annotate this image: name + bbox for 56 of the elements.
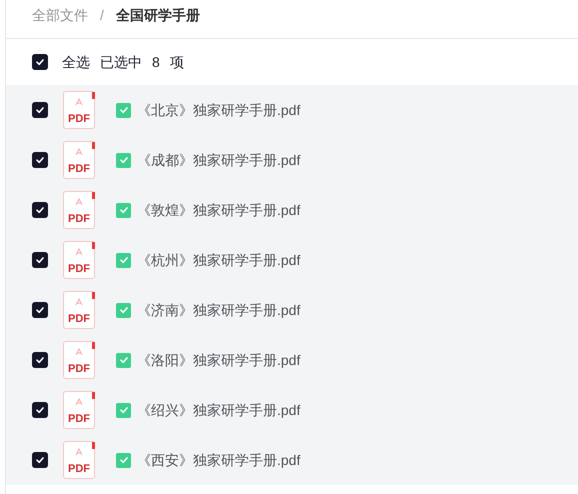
checkmark-icon	[35, 155, 45, 165]
acrobat-icon	[74, 197, 84, 207]
checkbox[interactable]	[32, 202, 48, 218]
acrobat-icon	[74, 447, 84, 457]
checkmark-icon	[35, 455, 45, 465]
file-row[interactable]: PDF 《杭州》独家研学手册.pdf	[6, 235, 578, 285]
acrobat-icon	[74, 97, 84, 107]
checkbox[interactable]	[32, 402, 48, 418]
file-name[interactable]: 《济南》独家研学手册.pdf	[137, 300, 300, 320]
acrobat-icon	[74, 397, 84, 407]
file-row[interactable]: PDF 《济南》独家研学手册.pdf	[6, 285, 578, 335]
pdf-label: PDF	[68, 114, 90, 125]
checkbox[interactable]	[32, 252, 48, 268]
checkmark-icon	[35, 255, 45, 265]
file-name[interactable]: 《洛阳》独家研学手册.pdf	[137, 350, 300, 370]
file-name[interactable]: 《西安》独家研学手册.pdf	[137, 450, 300, 470]
pdf-label: PDF	[68, 164, 90, 175]
checkmark-icon	[35, 355, 45, 365]
checkbox[interactable]	[32, 352, 48, 368]
selected-count: 8	[152, 52, 160, 72]
pdf-label: PDF	[68, 214, 90, 225]
pdf-label: PDF	[68, 364, 90, 375]
pdf-label: PDF	[68, 464, 90, 475]
checkmark-icon	[35, 105, 45, 115]
acrobat-icon	[74, 297, 84, 307]
checkbox[interactable]	[32, 102, 48, 118]
breadcrumb-separator: /	[100, 6, 104, 24]
acrobat-icon	[74, 347, 84, 357]
file-name[interactable]: 《绍兴》独家研学手册.pdf	[137, 400, 300, 420]
file-row[interactable]: PDF 《西安》独家研学手册.pdf	[6, 435, 578, 485]
checkmark-icon	[35, 305, 45, 315]
selected-unit: 项	[170, 52, 184, 72]
select-all-label[interactable]: 全选	[62, 52, 90, 72]
pdf-label: PDF	[68, 414, 90, 425]
file-name[interactable]: 《成都》独家研学手册.pdf	[137, 150, 300, 170]
acrobat-icon	[74, 247, 84, 257]
checkmark-icon	[35, 205, 45, 215]
file-row[interactable]: PDF 《成都》独家研学手册.pdf	[6, 135, 578, 185]
breadcrumb-item: 全国研学手册	[116, 6, 200, 24]
checkbox[interactable]	[32, 152, 48, 168]
file-name[interactable]: 《敦煌》独家研学手册.pdf	[137, 200, 300, 220]
file-name[interactable]: 《杭州》独家研学手册.pdf	[137, 250, 300, 270]
pdf-label: PDF	[68, 314, 90, 325]
selected-label: 已选中	[100, 52, 142, 72]
checkmark-icon	[35, 57, 45, 67]
checkbox[interactable]	[32, 302, 48, 318]
file-row[interactable]: PDF 《绍兴》独家研学手册.pdf	[6, 385, 578, 435]
checkmark-icon	[35, 405, 45, 415]
pdf-label: PDF	[68, 264, 90, 275]
acrobat-icon	[74, 147, 84, 157]
file-row[interactable]: PDF 《敦煌》独家研学手册.pdf	[6, 185, 578, 235]
checkbox[interactable]	[32, 452, 48, 468]
checkbox[interactable]	[32, 54, 48, 70]
file-row[interactable]: PDF 《北京》独家研学手册.pdf	[6, 85, 578, 135]
file-name[interactable]: 《北京》独家研学手册.pdf	[137, 100, 300, 120]
file-row[interactable]: PDF 《洛阳》独家研学手册.pdf	[6, 335, 578, 385]
